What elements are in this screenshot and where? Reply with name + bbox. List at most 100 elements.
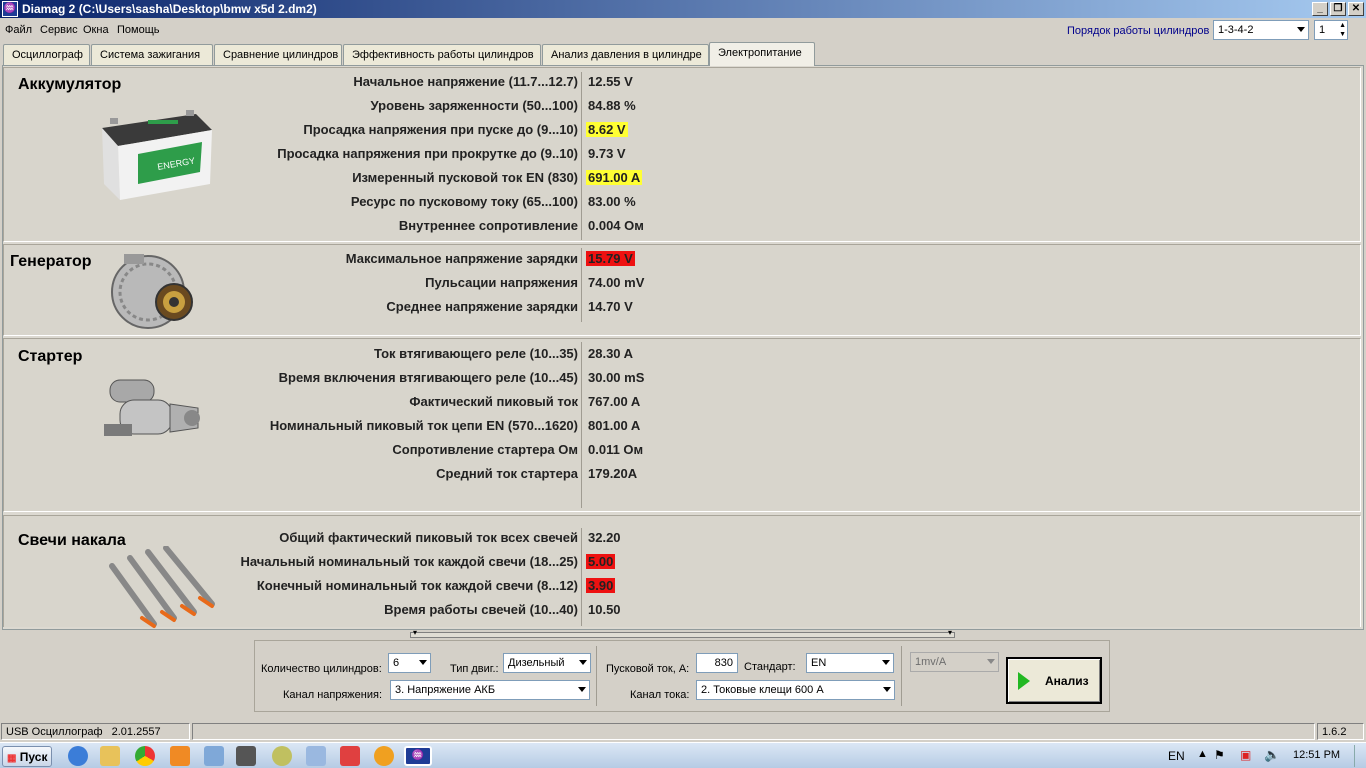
splitter-handle[interactable]: ▾ ▾ (410, 628, 955, 638)
battery-row-label: Начальное напряжение (11.7...12.7) (353, 74, 578, 89)
diamag-taskbar-icon[interactable]: ♒ (404, 746, 432, 766)
firing-order-value: 1-3-4-2 (1218, 24, 1254, 36)
chrome-icon[interactable] (135, 746, 155, 766)
molecule-app-icon[interactable] (340, 746, 360, 766)
paint-icon[interactable] (272, 746, 292, 766)
restore-button[interactable]: ❐ (1330, 2, 1346, 16)
value-text: 10.50 (588, 602, 621, 617)
battery-row-label: Уровень заряженности (50...100) (370, 98, 578, 113)
engine-type-select[interactable]: Дизельный (503, 653, 591, 673)
starter-row-label: Средний ток стартера (436, 466, 578, 481)
battery-row-label: Внутреннее сопротивление (398, 218, 578, 233)
alternator-image (106, 250, 206, 334)
generator-row-value: 14.70 V (588, 299, 633, 314)
scale-select[interactable]: 1mv/A (910, 652, 999, 672)
analyze-button[interactable]: Анализ (1006, 657, 1102, 704)
chevron-down-icon (419, 660, 427, 665)
divider (581, 72, 582, 240)
value-text: 28.30 A (588, 346, 634, 361)
tab-cylinder-compare[interactable]: Сравнение цилиндров (214, 44, 342, 65)
triangle-down-icon: ▾ (947, 628, 952, 637)
starter-row-value: 30.00 mS (588, 370, 644, 385)
battery-row-value: 8.62 V (586, 122, 628, 137)
network-icon[interactable]: ▣ (1240, 748, 1251, 762)
menu-file[interactable]: Файл (5, 24, 32, 36)
starter-row-label: Время включения втягивающего реле (10...… (278, 370, 578, 385)
glow-row-value: 5.00 (586, 554, 616, 569)
value-text: 8.62 V (586, 122, 628, 137)
tab-power-supply[interactable]: Электропитание (709, 42, 815, 66)
cylinders-select[interactable]: 6 (388, 653, 431, 673)
value-text: 0.004 Ом (588, 218, 644, 233)
tool-app-icon[interactable] (236, 746, 256, 766)
firefox-icon[interactable] (374, 746, 394, 766)
show-desktop-button[interactable] (1354, 745, 1365, 767)
starter-row-label: Ток втягивающего реле (10...35) (373, 346, 578, 361)
status-spacer (192, 723, 1315, 740)
diamag-icon: ♒ (2, 1, 18, 17)
value-text: 9.73 V (588, 146, 626, 161)
start-button[interactable]: ▦ Пуск (2, 746, 52, 767)
value-text: 0.011 Ом (588, 442, 644, 457)
glow-row-value: 32.20 (588, 530, 621, 545)
clock[interactable]: 12:51 PM (1293, 749, 1340, 761)
value-text: 801.00 A (588, 418, 641, 433)
windows-logo-icon: ▦ (7, 753, 17, 764)
value-text: 14.70 V (588, 299, 633, 314)
generator-section (3, 244, 1361, 336)
glow-row-value: 10.50 (588, 602, 621, 617)
divider (581, 528, 582, 626)
tab-cylinder-efficiency[interactable]: Эффективность работы цилиндров (343, 44, 541, 65)
window-app-icon[interactable] (204, 746, 224, 766)
generator-row-value: 15.79 V (586, 251, 635, 266)
tray-expand-icon[interactable]: ▲ (1197, 748, 1208, 760)
battery-title: Аккумулятор (18, 76, 122, 93)
title-bar[interactable]: ♒ Diamag 2 (C:\Users\sasha\Desktop\bmw x… (0, 0, 1366, 18)
tab-oscilloscope[interactable]: Осциллограф (3, 44, 90, 65)
cylinder-spinner[interactable]: 1 ▲ ▼ (1314, 20, 1348, 40)
tab-pressure-analysis[interactable]: Анализ давления в цилиндре (542, 44, 709, 65)
menu-service[interactable]: Сервис (40, 24, 78, 36)
app-window-icon[interactable] (306, 746, 326, 766)
start-label: Пуск (19, 750, 48, 764)
value-text: 12.55 V (588, 74, 633, 89)
starter-row-value: 767.00 A (588, 394, 640, 409)
device-status: USB Осциллограф 2.01.2557 (1, 723, 190, 740)
chevron-down-icon (578, 687, 586, 692)
engine-type-value: Дизельный (508, 657, 565, 669)
scale-value: 1mv/A (915, 656, 947, 668)
cylinder-spinner-value: 1 (1319, 24, 1326, 36)
value-text: 15.79 V (586, 251, 635, 266)
menu-windows[interactable]: Окна (83, 24, 109, 36)
voltage-channel-select[interactable]: 3. Напряжение АКБ (390, 680, 590, 700)
close-button[interactable]: ✕ (1348, 2, 1364, 16)
current-channel-select[interactable]: 2. Токовые клещи 600 A (696, 680, 895, 700)
standard-select[interactable]: EN (806, 653, 894, 673)
explorer-icon[interactable] (100, 746, 120, 766)
tab-ignition[interactable]: Система зажигания (91, 44, 213, 65)
play-icon (1018, 672, 1030, 690)
current-channel-value: 2. Токовые клещи 600 A (701, 684, 824, 696)
generator-title: Генератор (10, 253, 92, 270)
language-indicator[interactable]: EN (1168, 749, 1185, 763)
divider (901, 646, 902, 706)
minimize-button[interactable]: _ (1312, 2, 1328, 16)
media-player-icon[interactable] (170, 746, 190, 766)
firing-order-select[interactable]: 1-3-4-2 (1213, 20, 1309, 40)
glow-row-label: Конечный номинальный ток каждой свечи (8… (256, 578, 578, 593)
battery-row-label: Ресурс по пусковому току (65...100) (350, 194, 578, 209)
tray-app-icon[interactable]: ⚑ (1214, 748, 1225, 762)
starter-row-value: 28.30 A (588, 346, 633, 361)
menu-help[interactable]: Помощь (117, 24, 160, 36)
battery-row-value: 84.88 % (588, 98, 636, 113)
battery-row-value: 83.00 % (588, 194, 636, 209)
triangle-down-icon: ▾ (413, 628, 418, 637)
volume-icon[interactable]: 🔈 (1264, 747, 1280, 763)
starter-row-value: 179.20A (588, 466, 637, 481)
battery-row-value: 691.00 A (586, 170, 643, 185)
standard-label: Стандарт: (744, 661, 796, 673)
start-current-input[interactable]: 830 (696, 653, 738, 673)
divider (596, 646, 597, 706)
glow-row-value: 3.90 (586, 578, 616, 593)
ie-icon[interactable] (68, 746, 88, 766)
